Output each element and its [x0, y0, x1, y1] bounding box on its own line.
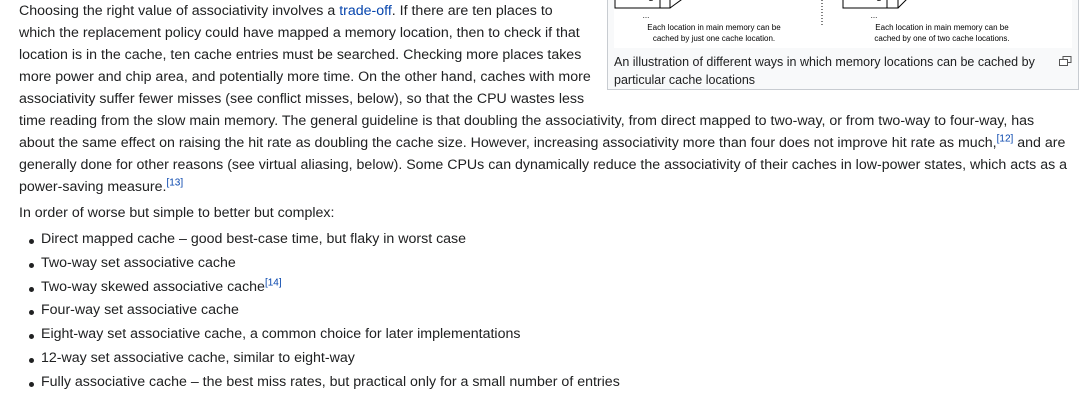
left-note-line2: cached by just one cache location. [652, 34, 776, 43]
citation-13[interactable]: [13] [166, 177, 183, 188]
left-note: Each location in main memory can be cach… [634, 22, 794, 44]
list-item-four-way: Four-way set associative cache [29, 299, 1069, 323]
list-item-12-way: 12-way set associative cache, similar to… [29, 347, 1069, 371]
left-note-line1: Each location in main memory can be [647, 23, 781, 32]
right-note: Each location in main memory can be cach… [862, 22, 1022, 44]
list-item-direct-mapped: Direct mapped cache – good best-case tim… [29, 228, 1069, 252]
right-ellipsis: ... [870, 11, 878, 20]
citation-12[interactable]: [12] [997, 133, 1014, 144]
left-ellipsis: ... [642, 11, 650, 20]
list-item-two-way-skewed: Two-way skewed associative cache[14] [29, 276, 1069, 300]
left-memory-number: 5 [646, 0, 656, 4]
enlarge-icon[interactable] [1059, 56, 1072, 66]
citation-14[interactable]: [14] [265, 277, 282, 288]
list-item-eight-way: Eight-way set associative cache, a commo… [29, 323, 1069, 347]
list-item-fully-associative: Fully associative cache – the best miss … [29, 371, 1069, 395]
right-memory-number: 5 [874, 0, 884, 4]
right-note-line2: cached by one of two cache locations. [874, 34, 1010, 43]
figure-box: 5 5 ... ... Each location in main memory… [607, 0, 1079, 90]
link-trade-off[interactable]: trade-off [339, 3, 392, 19]
para1-text-a: Choosing the right value of associativit… [19, 3, 340, 19]
list-item-two-way: Two-way set associative cache [29, 252, 1069, 276]
associativity-list: Direct mapped cache – good best-case tim… [19, 228, 1069, 395]
paragraph-order-intro: In order of worse but simple to better b… [19, 205, 335, 221]
figure-caption: An illustration of different ways in whi… [614, 55, 1035, 87]
cache-mapping-illustration[interactable]: 5 5 ... ... Each location in main memory… [614, 0, 1072, 48]
right-note-line1: Each location in main memory can be [875, 23, 1009, 32]
list-item-two-way-skewed-text: Two-way skewed associative cache [41, 278, 265, 295]
article-content: 5 5 ... ... Each location in main memory… [19, 0, 1079, 395]
